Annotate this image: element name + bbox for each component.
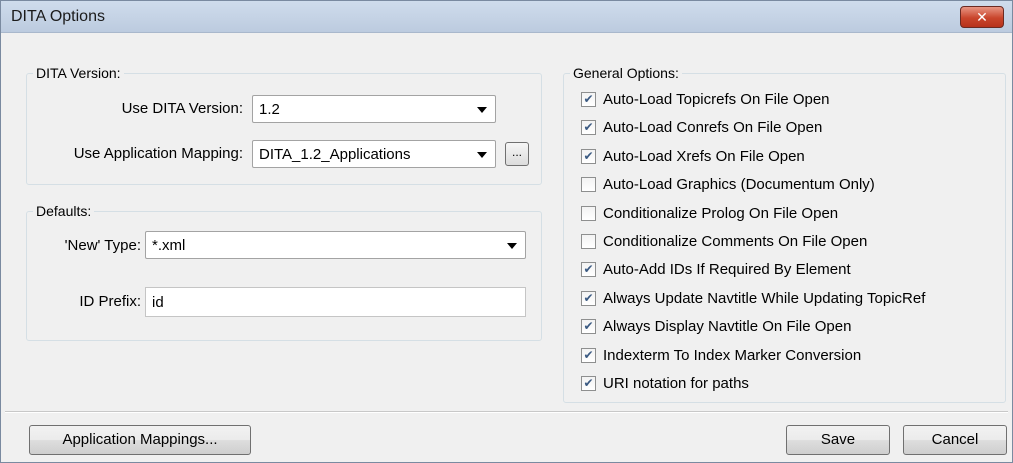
checkbox-checked[interactable]: ✔ bbox=[581, 92, 596, 107]
dita-version-label: Use DITA Version: bbox=[121, 100, 243, 117]
dita-version-select[interactable]: 1.2 bbox=[252, 95, 496, 123]
option-label: Indexterm To Index Marker Conversion bbox=[603, 346, 862, 364]
option-label: Conditionalize Prolog On File Open bbox=[603, 204, 839, 222]
checkbox-checked[interactable]: ✔ bbox=[581, 319, 596, 335]
option-label: URI notation for paths bbox=[603, 375, 749, 392]
save-label: Save bbox=[820, 431, 856, 448]
id-prefix-label: ID Prefix: bbox=[79, 293, 141, 310]
general-options-group-label: General Options: bbox=[570, 65, 682, 81]
new-type-select[interactable]: *.xml bbox=[145, 231, 526, 259]
option-label: Auto-Load Topicrefs On File Open bbox=[603, 91, 830, 108]
option-label: Auto-Add IDs If Required By Element bbox=[603, 261, 851, 279]
new-type-value: *.xml bbox=[152, 237, 186, 254]
checkbox-checked[interactable]: ✔ bbox=[581, 347, 596, 363]
chevron-down-icon bbox=[507, 243, 517, 249]
option-label: Conditionalize Comments On File Open bbox=[603, 233, 868, 250]
save-button[interactable]: Save bbox=[786, 425, 890, 455]
dita-version-group: DITA Version: bbox=[26, 65, 542, 185]
chevron-down-icon bbox=[477, 152, 487, 158]
new-type-label: 'New' Type: bbox=[64, 237, 141, 254]
browse-mapping-button[interactable]: ... bbox=[505, 142, 529, 166]
close-button[interactable]: ✕ bbox=[960, 6, 1004, 28]
application-mappings-button[interactable]: Application Mappings... bbox=[29, 425, 251, 455]
application-mapping-select[interactable]: DITA_1.2_Applications bbox=[252, 140, 496, 168]
option-label: Always Update Navtitle While Updating To… bbox=[603, 289, 926, 307]
option-label: Always Display Navtitle On File Open bbox=[603, 318, 852, 336]
chevron-down-icon bbox=[477, 107, 487, 113]
dita-version-value: 1.2 bbox=[259, 101, 280, 118]
checkbox-unchecked[interactable] bbox=[581, 205, 596, 221]
option-label: Auto-Load Graphics (Documentum Only) bbox=[603, 176, 875, 194]
checkbox-checked[interactable]: ✔ bbox=[581, 376, 596, 391]
checkbox-checked[interactable]: ✔ bbox=[581, 148, 596, 164]
cancel-button[interactable]: Cancel bbox=[903, 425, 1007, 455]
footer-separator bbox=[5, 411, 1008, 413]
checkbox-unchecked[interactable] bbox=[581, 234, 596, 249]
checkbox-checked[interactable]: ✔ bbox=[581, 120, 596, 136]
dita-options-dialog: DITA Options ✕ DITA Version: Use DITA Ve… bbox=[0, 0, 1013, 463]
cancel-label: Cancel bbox=[931, 431, 979, 448]
checkbox-checked[interactable]: ✔ bbox=[581, 290, 596, 306]
window-title: DITA Options bbox=[11, 8, 105, 25]
checkbox-checked[interactable]: ✔ bbox=[581, 262, 596, 278]
application-mapping-label: Use Application Mapping: bbox=[73, 145, 243, 162]
option-label: Auto-Load Conrefs On File Open bbox=[603, 119, 823, 137]
checkbox-unchecked[interactable] bbox=[581, 177, 596, 193]
application-mappings-label: Application Mappings... bbox=[62, 431, 218, 448]
option-label: Auto-Load Xrefs On File Open bbox=[603, 147, 805, 165]
id-prefix-value: id bbox=[152, 294, 164, 311]
application-mapping-value: DITA_1.2_Applications bbox=[259, 146, 411, 163]
ellipsis-icon: ... bbox=[511, 145, 522, 159]
dita-version-group-label: DITA Version: bbox=[33, 65, 124, 81]
close-icon: ✕ bbox=[976, 9, 988, 25]
id-prefix-input[interactable]: id bbox=[145, 287, 526, 317]
title-bar[interactable]: DITA Options ✕ bbox=[1, 1, 1012, 33]
defaults-group-label: Defaults: bbox=[33, 203, 95, 219]
